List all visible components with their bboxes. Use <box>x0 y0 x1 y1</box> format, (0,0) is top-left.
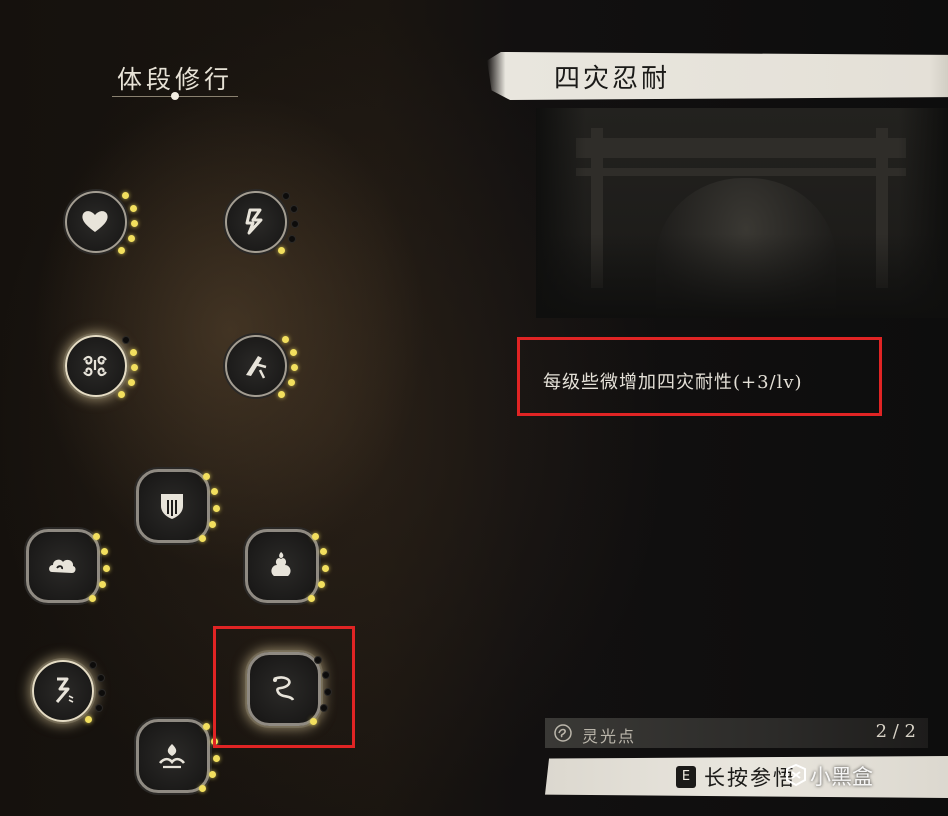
level-dot <box>93 532 100 540</box>
level-dot <box>287 235 296 243</box>
description-highlight <box>517 337 882 416</box>
rune-glyph-icon <box>55 677 74 703</box>
level-dot <box>289 205 298 214</box>
key-e-icon: E <box>676 766 696 788</box>
watermark-text: 小黑盒 <box>810 765 873 789</box>
crown-cloud-icon <box>158 744 186 769</box>
level-dot <box>307 594 315 602</box>
level-dot <box>122 335 131 344</box>
xiaoheihe-logo <box>786 763 806 787</box>
level-dot <box>89 660 98 669</box>
skill-illustration <box>536 108 948 318</box>
level-dot <box>101 547 109 555</box>
level-dot <box>203 722 210 730</box>
level-dot <box>289 349 297 357</box>
level-dot <box>213 754 221 762</box>
level-dot <box>129 349 137 357</box>
level-dot <box>282 335 290 343</box>
level-dot <box>312 532 319 540</box>
level-dot <box>282 191 291 200</box>
flame-gourd-icon <box>271 552 291 576</box>
level-dot <box>287 379 295 386</box>
level-dot <box>127 379 135 386</box>
level-dot <box>211 487 219 495</box>
spirit-light-icon <box>554 724 572 742</box>
hold-to-learn-label[interactable]: 长按参悟 <box>704 762 796 792</box>
selected-node-highlight <box>213 626 355 748</box>
level-dot <box>129 205 137 213</box>
shield-mask-icon <box>161 494 183 519</box>
tree-title: 体段修行 <box>116 65 233 94</box>
skill-title: 四灾忍耐 <box>554 64 671 94</box>
level-dot <box>103 564 111 572</box>
title-dot <box>171 92 179 100</box>
level-dot <box>203 472 210 480</box>
swirl-pattern-icon <box>83 355 107 377</box>
cloud-icon <box>49 559 76 573</box>
blade-rune-icon <box>246 356 267 379</box>
level-dot <box>320 547 328 555</box>
spirit-points-label: 灵光点 <box>582 727 637 746</box>
level-dot <box>88 594 96 602</box>
spirit-points-value: 2 / 2 <box>875 721 916 742</box>
level-dot <box>198 534 206 542</box>
level-dot <box>322 564 330 572</box>
level-dot <box>122 191 130 199</box>
level-dot <box>213 504 221 512</box>
level-dot <box>198 784 206 792</box>
lightning-rune-icon <box>245 208 263 235</box>
level-dot <box>127 235 135 242</box>
level-dot <box>96 674 105 683</box>
level-dot <box>94 704 103 712</box>
heart-icon <box>82 211 108 232</box>
